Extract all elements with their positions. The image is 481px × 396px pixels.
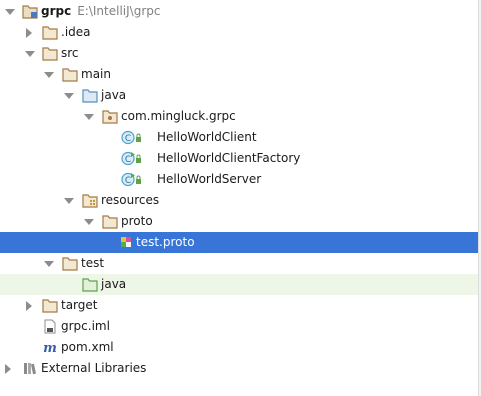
tree-row-idea[interactable]: .idea <box>0 22 478 43</box>
tree-row-src[interactable]: src <box>0 43 478 64</box>
tree-label-src: src <box>61 46 79 60</box>
source-folder-icon <box>82 88 98 103</box>
maven-file-icon: m <box>42 340 58 356</box>
tree-label-java: java <box>101 88 127 102</box>
proto-file-icon <box>119 235 135 250</box>
tree-label-package: com.mingluck.grpc <box>121 109 236 123</box>
tree-row-class[interactable]: C HelloWorldServer <box>0 169 478 190</box>
test-source-folder-icon <box>82 277 98 292</box>
tree-label-external-libraries: External Libraries <box>41 361 147 375</box>
iml-file-icon <box>42 319 58 334</box>
svg-text:m: m <box>43 341 57 355</box>
tree-label-class: HelloWorldClient <box>157 130 257 144</box>
collapse-arrow-icon[interactable] <box>5 364 11 374</box>
folder-icon <box>42 46 58 61</box>
folder-icon <box>102 214 118 229</box>
tree-label-grpc: grpc E:\IntelliJ\grpc <box>41 4 161 18</box>
tree-label-iml: grpc.iml <box>61 319 110 333</box>
folder-icon <box>62 256 78 271</box>
tree-row-package[interactable]: com.mingluck.grpc <box>0 106 478 127</box>
resources-folder-icon <box>82 193 98 208</box>
tree-row-java-test[interactable]: java <box>0 274 478 295</box>
collapse-arrow-icon[interactable] <box>26 301 32 311</box>
package-icon <box>102 109 118 124</box>
expand-arrow-icon[interactable] <box>64 198 74 204</box>
expand-arrow-icon[interactable] <box>84 219 94 225</box>
expand-arrow-icon[interactable] <box>64 93 74 99</box>
class-icon: C <box>121 130 143 145</box>
tree-label-java: java <box>101 277 127 291</box>
tree-row-target[interactable]: target <box>0 295 478 316</box>
tree-label-proto: proto <box>121 214 153 228</box>
tree-row-test[interactable]: test <box>0 253 478 274</box>
runnable-class-icon: C <box>121 172 143 187</box>
folder-icon <box>42 25 58 40</box>
tree-label-proto-file: test.proto <box>136 235 195 249</box>
collapse-arrow-icon[interactable] <box>26 28 32 38</box>
tree-row-main[interactable]: main <box>0 64 478 85</box>
svg-text:C: C <box>125 134 131 144</box>
project-path: E:\IntelliJ\grpc <box>77 4 161 18</box>
tree-row-class[interactable]: C HelloWorldClient <box>0 127 478 148</box>
libraries-icon <box>22 361 38 376</box>
tree-label-test: test <box>81 256 105 270</box>
expand-arrow-icon[interactable] <box>25 51 35 57</box>
module-folder-icon <box>22 4 38 19</box>
tree-label-pom: pom.xml <box>61 340 114 354</box>
runnable-class-icon: C <box>121 151 143 166</box>
tree-label-resources: resources <box>101 193 160 207</box>
tree-label-target: target <box>61 298 98 312</box>
excluded-folder-icon <box>42 298 58 313</box>
tree-row-resources[interactable]: resources <box>0 190 478 211</box>
tree-label-main: main <box>81 67 111 81</box>
tree-row-iml[interactable]: grpc.iml <box>0 316 478 337</box>
folder-icon <box>62 67 78 82</box>
svg-text:C: C <box>125 155 131 165</box>
expand-arrow-icon[interactable] <box>84 114 94 120</box>
expand-arrow-icon[interactable] <box>44 261 54 267</box>
tree-row-external-libraries[interactable]: External Libraries <box>0 358 478 379</box>
tree-row-grpc-root[interactable]: grpc E:\IntelliJ\grpc <box>0 1 478 22</box>
expand-arrow-icon[interactable] <box>44 72 54 78</box>
tree-label-class: HelloWorldClientFactory <box>157 151 301 165</box>
tree-label-class: HelloWorldServer <box>157 172 262 186</box>
project-tree: grpc E:\IntelliJ\grpc .idea src main java <box>0 0 478 396</box>
expand-arrow-icon[interactable] <box>5 9 15 15</box>
tree-row-class[interactable]: C HelloWorldClientFactory <box>0 148 478 169</box>
tree-row-proto-file[interactable]: test.proto <box>0 232 478 253</box>
svg-text:C: C <box>125 176 131 186</box>
tree-row-proto[interactable]: proto <box>0 211 478 232</box>
tree-row-pom[interactable]: m pom.xml <box>0 337 478 358</box>
tree-row-java-main[interactable]: java <box>0 85 478 106</box>
tree-label-idea: .idea <box>61 25 91 39</box>
